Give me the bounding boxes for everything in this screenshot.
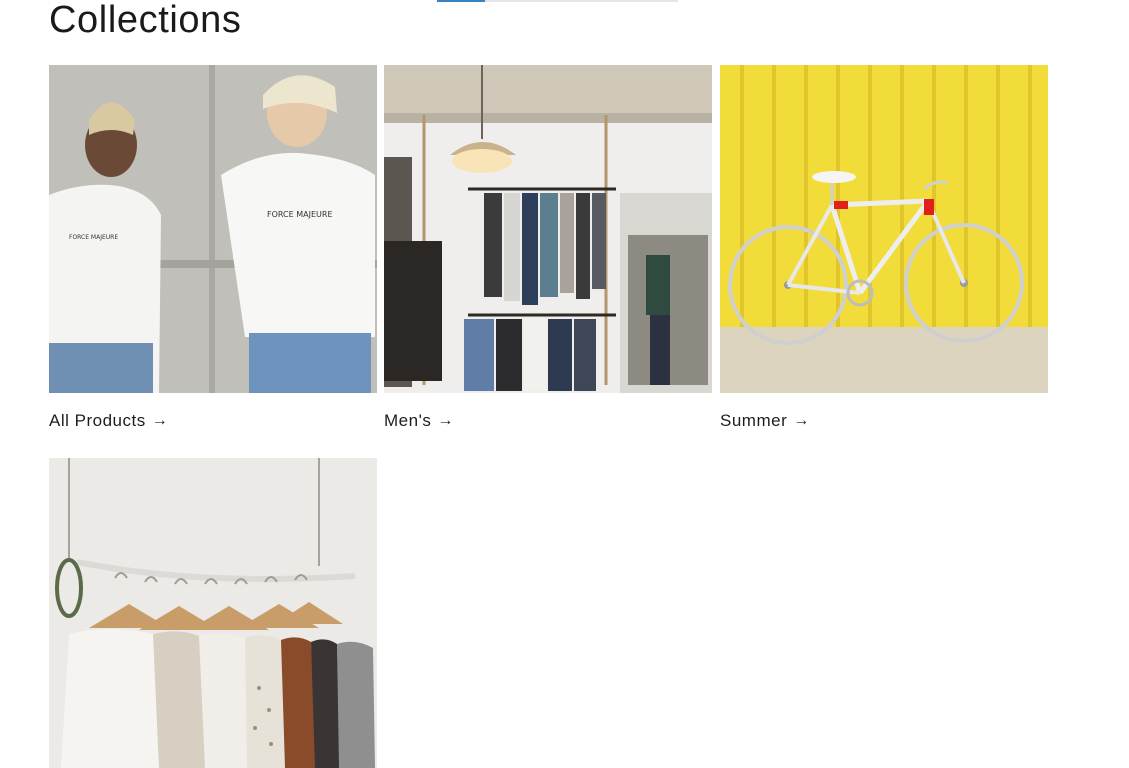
scroll-indicator-thumb[interactable] [437,0,485,2]
collection-link-all-products[interactable]: All Products → [49,411,377,431]
collection-image-mens[interactable] [384,65,712,393]
collection-link-summer[interactable]: Summer → [720,411,1048,431]
collection-image-all-products[interactable]: FORCE MAJEURE FORCE MAJEURE [49,65,377,393]
svg-text:FORCE MAJEURE: FORCE MAJEURE [69,234,118,241]
collection-label: All Products [49,411,146,430]
collection-label: Men's [384,411,432,430]
collection-card-mens[interactable]: Men's → [384,65,712,431]
collection-card-all-products[interactable]: FORCE MAJEURE FORCE MAJEURE All Products… [49,65,377,431]
collection-image-summer[interactable] [720,65,1048,393]
arrow-right-icon: → [437,412,454,429]
collection-image-clothing-rail[interactable] [49,458,377,768]
arrow-right-icon: → [151,412,169,429]
collections-page: Collections FORCE MAJEURE FORCE MAJEURE … [0,0,1129,768]
collection-link-mens[interactable]: Men's → [384,411,712,431]
collection-card-4[interactable] [49,458,377,768]
scroll-indicator[interactable] [437,0,678,2]
svg-text:FORCE MAJEURE: FORCE MAJEURE [267,210,333,219]
page-title: Collections [49,0,242,41]
collection-card-summer[interactable]: Summer → [720,65,1048,431]
arrow-right-icon: → [793,412,810,429]
collection-label: Summer [720,411,788,430]
